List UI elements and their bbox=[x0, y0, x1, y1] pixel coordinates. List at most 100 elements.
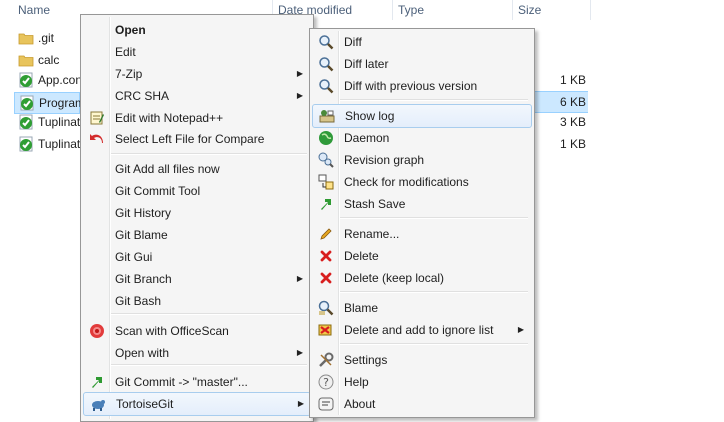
magnifier-icon bbox=[318, 56, 334, 72]
folder-icon bbox=[18, 52, 34, 68]
menu-item-settings[interactable]: Settings bbox=[312, 349, 530, 371]
menu-item-label: Git Add all files now bbox=[115, 162, 220, 176]
menu-item-git-history[interactable]: Git History bbox=[83, 202, 309, 224]
file-row[interactable]: Tuplinat bbox=[14, 112, 80, 132]
column-name[interactable]: Name bbox=[18, 3, 50, 17]
menu-item-label: Rename... bbox=[344, 227, 400, 241]
menu-item-label: 7-Zip bbox=[115, 67, 143, 81]
tortoisegit-icon bbox=[90, 396, 106, 412]
menu-item-show-log[interactable]: Show log bbox=[312, 104, 532, 128]
menu-item-label: Delete and add to ignore list bbox=[344, 323, 494, 337]
menu-item-label: Diff later bbox=[344, 57, 389, 71]
file-row[interactable]: App.con bbox=[14, 70, 82, 90]
stash-arrow-icon bbox=[318, 196, 334, 212]
menu-item-blame[interactable]: Blame bbox=[312, 297, 530, 319]
red-x-icon bbox=[318, 270, 334, 286]
git-file-icon bbox=[18, 114, 34, 130]
menu-item-git-commit-tool[interactable]: Git Commit Tool bbox=[83, 180, 309, 202]
menu-item-delete[interactable]: Delete bbox=[312, 245, 530, 267]
menu-item-diff-later[interactable]: Diff later bbox=[312, 53, 530, 75]
menu-item-git-gui[interactable]: Git Gui bbox=[83, 246, 309, 268]
menu-item-label: TortoiseGit bbox=[116, 397, 174, 411]
menu-item-label: Git Bash bbox=[115, 294, 162, 308]
menu-item-check-for-modifications[interactable]: Check for modifications bbox=[312, 171, 530, 193]
submenu-arrow-icon: ▶ bbox=[296, 91, 303, 100]
menu-item-edit-with-notepad[interactable]: Edit with Notepad++ bbox=[83, 107, 309, 129]
menu-item-diff-with-previous-version[interactable]: Diff with previous version bbox=[312, 75, 530, 97]
menu-item-git-commit-master[interactable]: Git Commit -> "master"... bbox=[83, 371, 309, 393]
menu-separator bbox=[111, 364, 307, 366]
menu-item-daemon[interactable]: Daemon bbox=[312, 127, 530, 149]
submenu-arrow-icon: ▶ bbox=[517, 325, 524, 334]
officescan-icon bbox=[89, 323, 105, 339]
menu-item-7-zip[interactable]: 7-Zip ▶ bbox=[83, 63, 309, 85]
tortoisegit-submenu: Diff Diff later Diff with previous version… bbox=[309, 28, 535, 418]
menu-item-stash-save[interactable]: Stash Save bbox=[312, 193, 530, 215]
menu-item-help[interactable]: ? Help bbox=[312, 371, 530, 393]
check-modifications-icon bbox=[318, 174, 334, 190]
submenu-arrow-icon: ▶ bbox=[297, 399, 304, 408]
submenu-arrow-icon: ▶ bbox=[296, 69, 303, 78]
column-separator[interactable] bbox=[392, 0, 393, 20]
file-row[interactable]: Tuplinat bbox=[14, 134, 81, 154]
column-type[interactable]: Type bbox=[398, 3, 424, 17]
menu-item-tortoisegit[interactable]: TortoiseGit ▶ bbox=[83, 392, 311, 416]
menu-item-label: Git Commit Tool bbox=[115, 184, 201, 198]
menu-item-label: Edit bbox=[115, 45, 136, 59]
menu-item-git-bash[interactable]: Git Bash bbox=[83, 290, 309, 312]
menu-item-revision-graph[interactable]: Revision graph bbox=[312, 149, 530, 171]
menu-item-open-with[interactable]: Open with ▶ bbox=[83, 342, 309, 364]
menu-separator bbox=[111, 313, 307, 315]
help-icon: ? bbox=[318, 374, 334, 390]
menu-item-label: Open bbox=[115, 23, 146, 37]
menu-item-label: Git Branch bbox=[115, 272, 172, 286]
folder-icon bbox=[18, 30, 34, 46]
menu-item-label: Delete (keep local) bbox=[344, 271, 445, 285]
menu-item-label: Edit with Notepad++ bbox=[115, 111, 224, 125]
menu-item-git-blame[interactable]: Git Blame bbox=[83, 224, 309, 246]
menu-item-git-branch[interactable]: Git Branch ▶ bbox=[83, 268, 309, 290]
about-icon bbox=[318, 396, 334, 412]
menu-item-label: About bbox=[344, 397, 376, 411]
file-row[interactable]: calc bbox=[14, 50, 78, 70]
globe-icon bbox=[318, 130, 334, 146]
menu-separator bbox=[340, 291, 528, 293]
menu-item-label: Settings bbox=[344, 353, 388, 367]
menu-item-label: Check for modifications bbox=[344, 175, 469, 189]
submenu-arrow-icon: ▶ bbox=[296, 348, 303, 357]
column-size[interactable]: Size bbox=[518, 3, 541, 17]
menu-item-label: Git Blame bbox=[115, 228, 168, 242]
column-separator[interactable] bbox=[512, 0, 513, 20]
undo-arrow-icon bbox=[89, 131, 105, 147]
svg-text:?: ? bbox=[323, 376, 329, 389]
menu-item-crc-sha[interactable]: CRC SHA ▶ bbox=[83, 85, 309, 107]
menu-item-label: Daemon bbox=[344, 131, 390, 145]
file-row[interactable]: .git bbox=[14, 28, 78, 48]
file-name: Tuplinat bbox=[38, 137, 81, 151]
menu-item-delete-keep-local[interactable]: Delete (keep local) bbox=[312, 267, 530, 289]
menu-item-open[interactable]: Open bbox=[83, 19, 309, 41]
file-row[interactable]: Program bbox=[14, 92, 85, 114]
log-icon bbox=[319, 108, 335, 124]
file-name: Program bbox=[39, 96, 86, 110]
menu-item-diff[interactable]: Diff bbox=[312, 31, 530, 53]
menu-item-label: Git History bbox=[115, 206, 172, 220]
settings-tools-icon bbox=[318, 352, 334, 368]
menu-item-label: Diff with previous version bbox=[344, 79, 478, 93]
menu-item-delete-and-add-to-ignore-list[interactable]: Delete and add to ignore list ▶ bbox=[312, 319, 530, 341]
file-name: calc bbox=[38, 53, 60, 67]
menu-item-about[interactable]: About bbox=[312, 393, 530, 415]
context-menu: Open Edit 7-Zip ▶ CRC SHA ▶ Edit with Notepad+… bbox=[80, 14, 314, 422]
menu-item-git-add-all-files-now[interactable]: Git Add all files now bbox=[83, 158, 309, 180]
column-separator[interactable] bbox=[590, 0, 591, 20]
menu-item-scan-with-officescan[interactable]: Scan with OfficeScan bbox=[83, 320, 309, 342]
menu-item-select-left-file-for-compare[interactable]: Select Left File for Compare bbox=[83, 128, 309, 150]
blame-icon bbox=[318, 300, 334, 316]
menu-item-label: Blame bbox=[344, 301, 379, 315]
menu-item-label: Diff bbox=[344, 35, 362, 49]
menu-separator bbox=[111, 153, 307, 155]
red-x-icon bbox=[318, 248, 334, 264]
menu-item-edit[interactable]: Edit bbox=[83, 41, 309, 63]
ignore-list-icon bbox=[318, 322, 334, 338]
menu-item-rename[interactable]: Rename... bbox=[312, 223, 530, 245]
